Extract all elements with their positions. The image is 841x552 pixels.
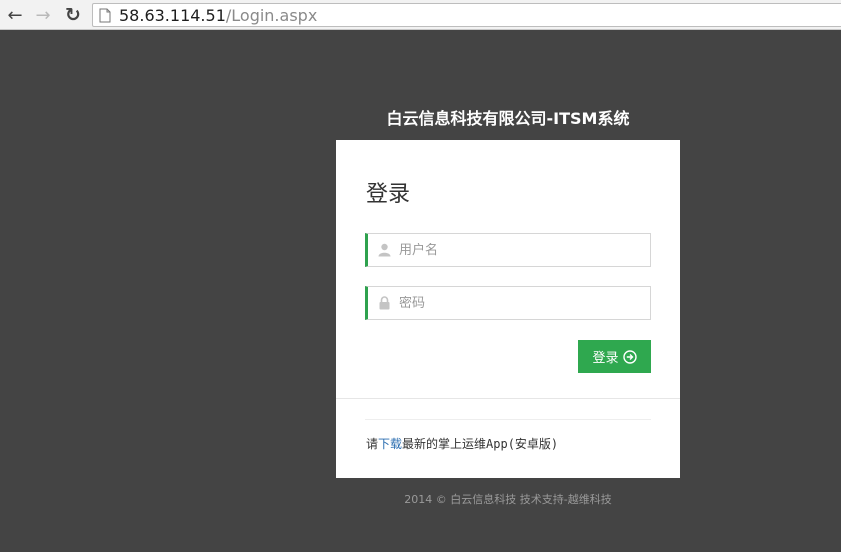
download-link[interactable]: 下载 <box>378 437 402 451</box>
login-button[interactable]: 登录 <box>578 340 651 373</box>
reload-icon[interactable]: ↻ <box>62 4 84 26</box>
footer-copyright: 2014 © 白云信息科技 技术支持-越维科技 <box>404 493 612 506</box>
password-input[interactable] <box>399 295 639 311</box>
site-title: 白云信息科技有限公司-ITSM系统 <box>386 109 630 128</box>
divider <box>365 419 651 420</box>
page-icon <box>99 8 111 22</box>
arrow-left-icon[interactable]: ← <box>4 4 26 26</box>
username-field[interactable] <box>365 233 651 267</box>
login-button-label: 登录 <box>592 351 619 366</box>
circle-arrow-right-icon <box>622 349 637 364</box>
arrow-right-icon[interactable]: → <box>32 4 54 26</box>
password-field[interactable] <box>365 286 651 320</box>
download-suffix: 最新的掌上运维App(安卓版) <box>402 437 559 451</box>
download-notice: 请下载最新的掌上运维App(安卓版) <box>366 435 558 452</box>
url-path: /Login.aspx <box>225 5 318 25</box>
url-host: 58.63.114.51 <box>119 5 226 25</box>
username-input[interactable] <box>399 242 639 258</box>
divider <box>336 398 680 399</box>
login-heading: 登录 <box>366 182 411 207</box>
lock-icon <box>379 296 390 310</box>
login-panel: 登录 登录 请下载最新的掌上运维App(安卓版) <box>336 140 680 478</box>
download-prefix: 请 <box>366 437 379 451</box>
address-bar[interactable]: 58.63.114.51 /Login.aspx <box>92 3 841 27</box>
browser-toolbar: ← → ↻ 58.63.114.51 /Login.aspx <box>0 0 841 30</box>
user-icon <box>378 243 391 257</box>
